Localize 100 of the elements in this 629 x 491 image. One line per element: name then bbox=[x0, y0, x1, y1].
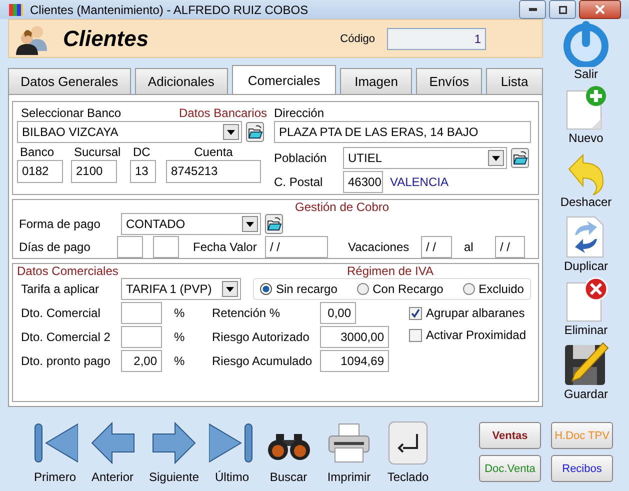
undo-button[interactable]: Deshacer bbox=[560, 195, 612, 209]
radio-button[interactable] bbox=[356, 283, 369, 295]
tab[interactable]: Lista bbox=[486, 68, 543, 94]
payment-dropdown[interactable]: CONTADO bbox=[121, 213, 261, 235]
caret-icon[interactable] bbox=[222, 281, 238, 297]
postal-code-field[interactable]: 46300 bbox=[343, 171, 383, 193]
field-label: Seleccionar Banco bbox=[21, 106, 122, 120]
tab[interactable]: Adicionales bbox=[134, 68, 228, 94]
tariff-dropdown[interactable]: TARIFA 1 (PVP) bbox=[121, 278, 241, 300]
checkbox[interactable] bbox=[409, 328, 422, 342]
date-field[interactable]: / / bbox=[421, 236, 452, 258]
bank-dropdown[interactable]: BILBAO VIZCAYA bbox=[17, 121, 242, 143]
close-icon bbox=[595, 5, 605, 14]
field-label: DC bbox=[133, 145, 150, 159]
town-dropdown[interactable]: UTIEL bbox=[343, 147, 507, 169]
search-button[interactable]: Buscar bbox=[270, 470, 308, 484]
field-label: Código bbox=[340, 32, 375, 44]
checkbox[interactable] bbox=[409, 306, 422, 320]
next-icon bbox=[151, 420, 197, 466]
exit-button[interactable]: Salir bbox=[574, 67, 598, 81]
radio-option[interactable]: Excluido bbox=[462, 282, 524, 296]
radio-button[interactable] bbox=[260, 283, 272, 295]
caret-icon[interactable] bbox=[223, 124, 239, 140]
action-button[interactable]: Doc.Venta bbox=[479, 455, 541, 482]
date-field[interactable]: / / bbox=[265, 236, 328, 258]
page-title: Clientes bbox=[63, 26, 150, 52]
input-field[interactable]: 0182 bbox=[17, 160, 63, 183]
caret-icon[interactable] bbox=[242, 216, 258, 232]
field-label: Dto. pronto pago bbox=[21, 354, 112, 368]
first-button[interactable]: Primero bbox=[34, 470, 76, 484]
next-button[interactable]: Siguiente bbox=[148, 470, 200, 484]
keyboard-button[interactable]: Teclado bbox=[387, 470, 429, 484]
new-button[interactable]: Nuevo bbox=[568, 131, 604, 145]
minimize-button[interactable] bbox=[519, 0, 546, 19]
input-field[interactable]: 8745213 bbox=[166, 160, 261, 183]
input-field[interactable] bbox=[153, 236, 179, 258]
group-title: Datos Comerciales bbox=[17, 264, 120, 278]
code-field[interactable]: 1 bbox=[387, 28, 486, 50]
input-field[interactable]: 0,00 bbox=[320, 302, 356, 324]
field-label: Dto. Comercial bbox=[21, 306, 102, 320]
field-label: Días de pago bbox=[19, 240, 92, 254]
close-button[interactable] bbox=[579, 0, 621, 19]
maximize-button[interactable] bbox=[549, 0, 576, 19]
input-field[interactable]: 1094,69 bbox=[320, 350, 389, 372]
minimize-icon bbox=[528, 8, 536, 11]
input-field[interactable]: 13 bbox=[130, 160, 156, 183]
input-field[interactable] bbox=[121, 302, 162, 324]
input-field[interactable]: 3000,00 bbox=[320, 326, 389, 348]
tab[interactable]: Imagen bbox=[340, 68, 412, 94]
field-label: Dto. Comercial 2 bbox=[21, 330, 112, 344]
last-button[interactable]: Último bbox=[214, 470, 249, 484]
radio-button[interactable] bbox=[462, 283, 475, 295]
field-label: Población bbox=[274, 151, 328, 165]
exit-icon bbox=[563, 21, 609, 67]
tab[interactable]: Comerciales bbox=[232, 65, 336, 95]
field-label: Riesgo Acumulado bbox=[212, 354, 314, 368]
radio-option[interactable]: Con Recargo bbox=[356, 282, 444, 296]
folder-icon[interactable] bbox=[265, 214, 283, 234]
field-label: Dirección bbox=[274, 106, 324, 120]
group-title: Régimen de IVA bbox=[347, 264, 434, 278]
action-button[interactable]: Ventas bbox=[479, 422, 541, 449]
tab[interactable]: Datos Generales bbox=[8, 68, 131, 94]
field-label: Vacaciones bbox=[348, 240, 410, 254]
checkbox-option[interactable]: Agrupar albaranes bbox=[409, 306, 526, 320]
address-field[interactable]: PLAZA PTA DE LAS ERAS, 14 BAJO bbox=[274, 121, 531, 143]
print-button[interactable]: Imprimir bbox=[327, 470, 371, 484]
field-label: Banco bbox=[20, 145, 54, 159]
input-field[interactable]: 2,00 bbox=[121, 350, 162, 372]
field-label: % bbox=[174, 330, 186, 344]
previous-icon bbox=[90, 420, 136, 466]
previous-button[interactable]: Anterior bbox=[91, 470, 134, 484]
group-title: Gestión de Cobro bbox=[295, 200, 390, 214]
field-label: % bbox=[174, 306, 186, 320]
app-icon bbox=[8, 2, 24, 18]
caret-icon[interactable] bbox=[488, 150, 504, 166]
field-label: Fecha Valor bbox=[193, 240, 258, 254]
save-button[interactable]: Guardar bbox=[564, 387, 608, 401]
radio-option[interactable]: Sin recargo bbox=[260, 282, 338, 296]
field-label: Retención % bbox=[212, 306, 282, 320]
input-field[interactable]: 2100 bbox=[71, 160, 117, 183]
province-label: VALENCIA bbox=[390, 175, 448, 189]
action-button[interactable]: Recibos bbox=[551, 455, 613, 482]
folder-icon[interactable] bbox=[511, 148, 529, 168]
field-label: Forma de pago bbox=[19, 217, 102, 231]
window-title: Clientes (Mantenimiento) - ALFREDO RUIZ COBOS bbox=[30, 2, 310, 16]
checkbox-option[interactable]: Activar Proximidad bbox=[409, 328, 526, 342]
field-label: Cuenta bbox=[194, 145, 233, 159]
folder-icon[interactable] bbox=[246, 122, 264, 142]
field-label: Riesgo Autorizado bbox=[212, 330, 310, 344]
save-icon bbox=[563, 341, 609, 387]
field-label: al bbox=[464, 240, 474, 254]
field-label: C. Postal bbox=[274, 175, 324, 189]
input-field[interactable] bbox=[121, 326, 162, 348]
tab[interactable]: Envíos bbox=[416, 68, 482, 94]
date-field[interactable]: / / bbox=[495, 236, 525, 258]
group-title: Datos Bancarios bbox=[178, 106, 267, 120]
duplicate-button[interactable]: Duplicar bbox=[564, 259, 608, 273]
delete-button[interactable]: Eliminar bbox=[564, 323, 608, 337]
input-field[interactable] bbox=[117, 236, 143, 258]
field-label: Tarifa a aplicar bbox=[21, 282, 100, 296]
